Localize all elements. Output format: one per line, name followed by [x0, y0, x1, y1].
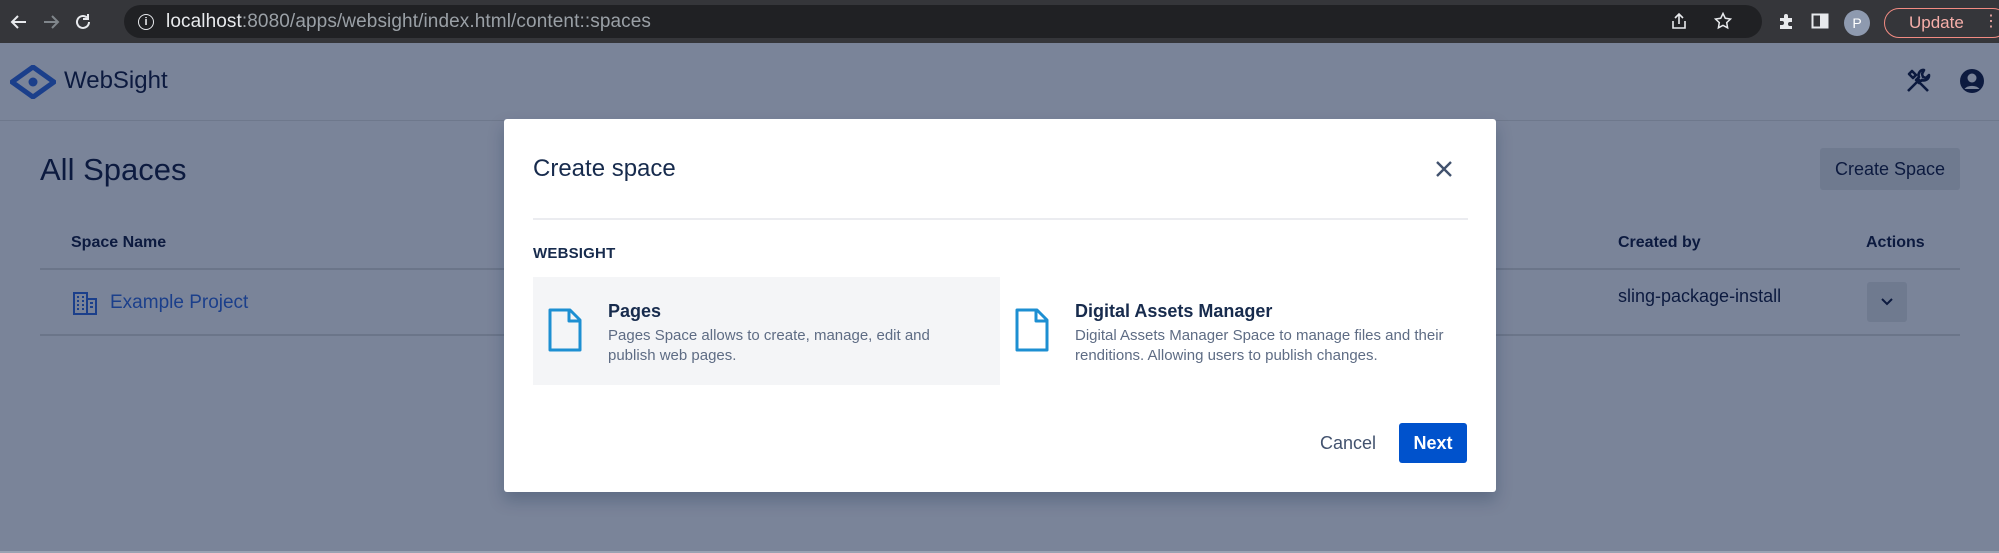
websight-logo-icon [10, 65, 56, 99]
reload-icon[interactable] [70, 9, 96, 35]
option-description: Digital Assets Manager Space to manage f… [1075, 327, 1444, 364]
building-icon [73, 292, 97, 315]
cancel-button[interactable]: Cancel [1308, 423, 1388, 463]
option-description: Pages Space allows to create, manage, ed… [608, 327, 930, 364]
space-option-pages[interactable]: Pages Pages Space allows to create, mana… [533, 277, 1000, 385]
created-by-cell: sling-package-install [1618, 286, 1782, 306]
user-account-icon[interactable] [1958, 67, 1986, 95]
space-option-digital-assets-manager[interactable]: Digital Assets Manager Digital Assets Ma… [1000, 277, 1467, 385]
space-link-example-project[interactable]: Example Project [110, 292, 248, 314]
document-icon [1015, 308, 1049, 352]
page-title: All Spaces [40, 152, 187, 187]
more-menu-icon[interactable]: ⋮ [1983, 14, 1999, 30]
option-title: Digital Assets Manager [1075, 301, 1273, 321]
browser-toolbar: i localhost:8080/apps/websight/index.htm… [0, 0, 1999, 43]
site-info-icon[interactable]: i [138, 13, 154, 30]
app-header: WebSight [0, 43, 1999, 121]
address-url[interactable]: localhost:8080/apps/websight/index.html/… [166, 11, 651, 33]
modal-title: Create space [533, 155, 676, 182]
update-button[interactable]: Update ⋮ [1884, 8, 1999, 38]
chevron-down-icon [1881, 298, 1893, 306]
column-header-actions: Actions [1866, 234, 1925, 251]
back-icon[interactable] [6, 9, 32, 35]
extensions-icon[interactable] [1776, 11, 1796, 36]
share-icon[interactable] [1670, 12, 1688, 35]
column-header-space-name[interactable]: Space Name [71, 234, 166, 252]
profile-avatar[interactable]: P [1844, 10, 1870, 36]
create-space-button[interactable]: Create Space [1820, 148, 1960, 190]
document-icon [548, 308, 582, 352]
next-button[interactable]: Next [1399, 423, 1467, 463]
forward-icon[interactable] [38, 9, 64, 35]
bookmark-star-icon[interactable] [1713, 11, 1733, 35]
tools-icon[interactable] [1904, 67, 1932, 95]
column-header-created-by[interactable]: Created by [1618, 234, 1701, 252]
brand-name: WebSight [64, 67, 168, 94]
option-title: Pages [608, 301, 662, 321]
side-panel-icon[interactable] [1810, 11, 1830, 36]
create-space-modal: Create space WEBSIGHT Pages Pages Space … [504, 119, 1496, 492]
address-bar[interactable]: i localhost:8080/apps/websight/index.htm… [124, 5, 1762, 38]
close-icon[interactable] [1432, 157, 1456, 181]
update-label: Update [1909, 13, 1964, 32]
section-label-websight: WEBSIGHT [533, 245, 616, 262]
row-actions-button[interactable] [1867, 282, 1907, 322]
modal-divider [533, 218, 1468, 220]
